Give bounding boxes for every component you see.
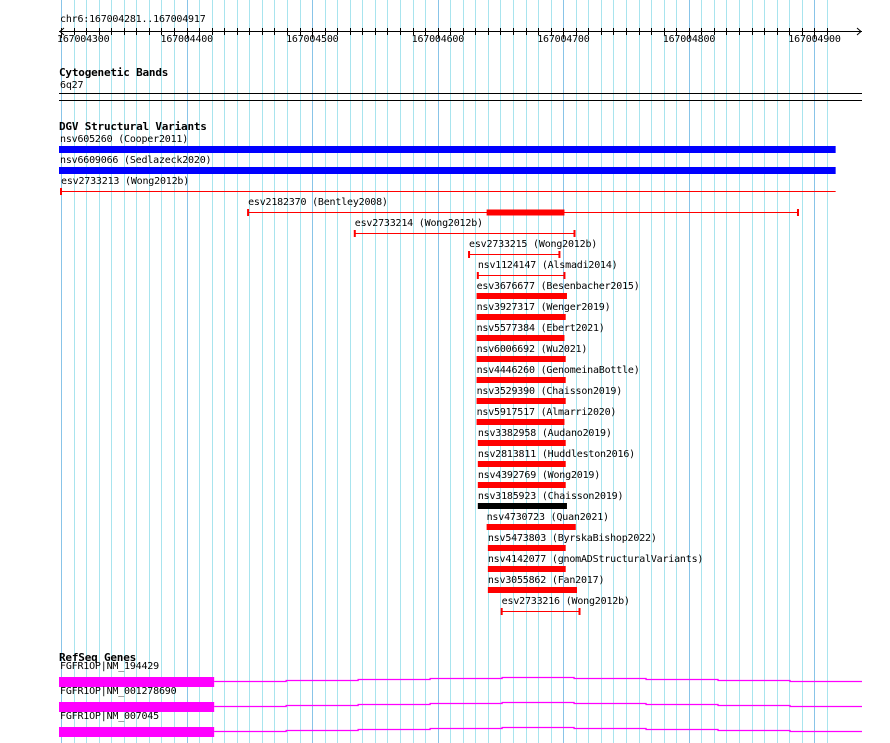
dgv-feature-bar[interactable]: [477, 440, 566, 446]
dgv-track-title[interactable]: DGV Structural Variants: [59, 120, 207, 133]
dgv-feature-label[interactable]: nsv4142077 (gnomADStructuralVariants): [488, 554, 704, 566]
ruler-tick-label: 167004900: [788, 34, 841, 45]
dgv-feature-label[interactable]: nsv4392769 (Wong2019): [478, 470, 600, 482]
dgv-feature-start-tick: [500, 608, 503, 615]
dgv-feature-label[interactable]: nsv6006692 (Wu2021): [477, 344, 588, 356]
dgv-feature-start-tick: [247, 209, 250, 216]
dgv-feature-bar[interactable]: [487, 545, 566, 551]
dgv-feature-start-tick: [476, 272, 479, 279]
dgv-feature-label[interactable]: nsv6609066 (Sedlazeck2020): [60, 155, 212, 167]
dgv-feature-label[interactable]: nsv4446260 (GenomeinaBottle): [477, 365, 640, 377]
dgv-feature-bar[interactable]: [477, 461, 566, 467]
ruler-tick-label: 167004800: [662, 34, 716, 45]
dgv-feature-label[interactable]: esv2733216 (Wong2012b): [502, 596, 630, 608]
refseq-intron-line[interactable]: [214, 701, 862, 708]
dgv-feature-bar[interactable]: [59, 146, 836, 153]
dgv-feature-label[interactable]: nsv2813811 (Huddleston2016): [478, 449, 635, 461]
dgv-feature-bar[interactable]: [476, 419, 565, 425]
dgv-feature-label[interactable]: nsv3529390 (Chaisson2019): [477, 386, 623, 398]
dgv-feature-bar[interactable]: [59, 167, 836, 174]
dgv-feature-label[interactable]: nsv3927317 (Wenger2019): [477, 302, 611, 314]
dgv-feature-bar[interactable]: [476, 314, 566, 320]
cytoband-line-top: [59, 93, 862, 94]
refseq-gene-label[interactable]: FGFR1OP|NM_194429: [60, 661, 159, 673]
dgv-feature-label[interactable]: nsv3382958 (Audano2019): [478, 428, 612, 440]
location-label: chr6:167004281..167004917: [60, 14, 206, 25]
dgv-feature-end-tick: [578, 608, 581, 615]
cytoband-label[interactable]: 6q27: [60, 80, 83, 92]
dgv-feature-label[interactable]: nsv5917517 (Almarri2020): [477, 407, 617, 419]
dgv-feature-bar[interactable]: [486, 524, 576, 530]
dgv-feature-label[interactable]: nsv3055862 (Fan2017): [488, 575, 605, 587]
cytoband-track-title[interactable]: Cytogenetic Bands: [59, 66, 168, 79]
dgv-feature-end-tick: [796, 209, 799, 216]
ruler-tick-label: 167004600: [411, 34, 465, 45]
dgv-feature-label[interactable]: nsv5473803 (ByrskaBishop2022): [488, 533, 657, 545]
dgv-feature-bar[interactable]: [476, 377, 566, 383]
dgv-feature-bar[interactable]: [477, 503, 567, 509]
dgv-feature-end-tick: [573, 230, 576, 237]
ruler-tick-label: 167004500: [286, 34, 339, 45]
dgv-feature-end-tick: [558, 251, 561, 258]
refseq-gene-label[interactable]: FGFR1OP|NM_001278690: [60, 686, 177, 698]
dgv-feature-label[interactable]: esv2733215 (Wong2012b): [469, 239, 597, 251]
dgv-feature-label[interactable]: nsv605260 (Cooper2011): [60, 134, 188, 146]
cytoband-line-bottom: [59, 100, 862, 101]
dgv-feature-start-tick: [468, 251, 471, 258]
dgv-feature-end-tick: [563, 272, 566, 279]
dgv-feature-bar[interactable]: [487, 587, 578, 593]
dgv-feature-start-tick: [353, 230, 356, 237]
dgv-feature-label[interactable]: esv2182370 (Bentley2008): [248, 197, 388, 209]
dgv-feature-bar[interactable]: [476, 293, 567, 299]
feature-canvas: [59, 27, 862, 737]
ruler-tick-label: 167004400: [160, 34, 214, 45]
dgv-feature-bar[interactable]: [477, 482, 566, 488]
dgv-feature-label[interactable]: nsv5577384 (Ebert2021): [477, 323, 605, 335]
dgv-feature-label[interactable]: nsv3185923 (Chaisson2019): [478, 491, 624, 503]
dgv-feature-label[interactable]: esv2733213 (Wong2012b): [61, 176, 189, 188]
dgv-feature-start-tick: [60, 188, 62, 195]
dgv-feature-label[interactable]: esv3676677 (Besenbacher2015): [477, 281, 640, 293]
dgv-feature-bar[interactable]: [487, 566, 566, 572]
dgv-feature-label[interactable]: nsv4730723 (Quan2021): [487, 512, 609, 524]
refseq-exon[interactable]: [59, 727, 215, 737]
dgv-feature-bar[interactable]: [476, 398, 566, 404]
refseq-intron-line[interactable]: [214, 676, 862, 683]
dgv-feature-label[interactable]: nsv1124147 (Alsmadi2014): [478, 260, 618, 272]
dgv-feature-label[interactable]: esv2733214 (Wong2012b): [355, 218, 483, 230]
dgv-feature-bar[interactable]: [476, 335, 565, 341]
refseq-intron-line[interactable]: [214, 726, 862, 733]
ruler-tick-label: 167004700: [537, 34, 590, 45]
dgv-feature-bar[interactable]: [476, 356, 566, 362]
ruler-tick-label: 167004300: [57, 34, 110, 45]
dgv-feature-thick-part[interactable]: [486, 209, 565, 216]
refseq-gene-label[interactable]: FGFR1OP|NM_007045: [60, 711, 159, 723]
